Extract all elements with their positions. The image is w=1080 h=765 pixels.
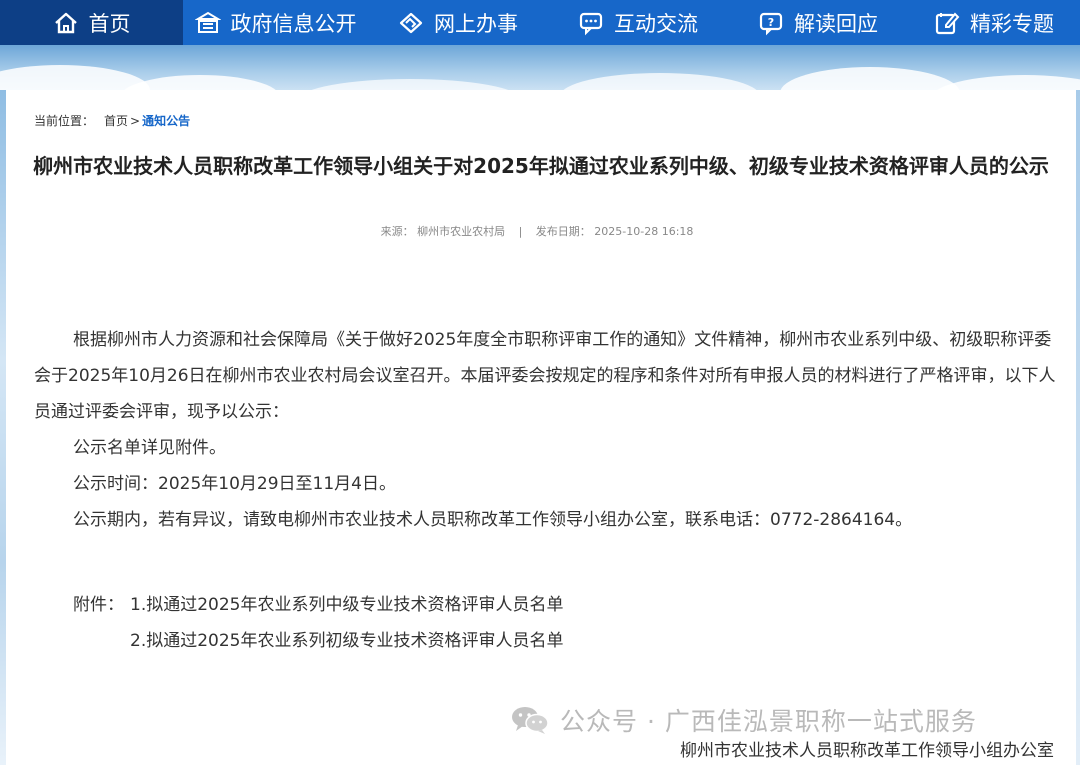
signature: 柳州市农业技术人员职称改革工作领导小组办公室: [680, 741, 1054, 761]
nav-item-interpretation[interactable]: ? 解读回应: [728, 0, 908, 45]
body-paragraph: 公示期内，若有异议，请致电柳州市农业技术人员职称改革工作领导小组办公室，联系电话…: [73, 510, 913, 530]
home-icon: [53, 10, 79, 36]
question-chat-icon: ?: [758, 10, 784, 36]
attachment-link-2[interactable]: 2.拟通过2025年农业系列初级专业技术资格评审人员名单: [130, 623, 563, 659]
handshake-icon: [398, 10, 424, 36]
body-paragraph: 公示时间：2025年10月29日至11月4日。: [73, 474, 396, 494]
article-title: 柳州市农业技术人员职称改革工作领导小组关于对2025年拟通过农业系列中级、初级专…: [33, 154, 1049, 178]
nav-item-online-service[interactable]: 网上办事: [368, 0, 548, 45]
right-background-strip: [1076, 90, 1080, 765]
article-card: 当前位置： 首页 > 通知公告 柳州市农业技术人员职称改革工作领导小组关于对20…: [6, 90, 1076, 765]
source-value: 柳州市农业农村局: [417, 225, 506, 238]
attachment-row: 附件： 1.拟通过2025年农业系列中级专业技术资格评审人员名单: [73, 587, 563, 623]
svg-text:?: ?: [768, 16, 774, 29]
nav-label: 网上办事: [434, 11, 518, 36]
building-icon: [194, 10, 221, 36]
top-nav: 首页 政府信息公开 网上办事 互动交流 ? 解读回应 精彩专题: [0, 0, 1080, 45]
nav-label: 政府信息公开: [230, 11, 357, 36]
breadcrumb-current-link[interactable]: 通知公告: [142, 112, 190, 129]
edit-icon: [934, 10, 960, 36]
nav-item-gov-info[interactable]: 政府信息公开: [183, 0, 368, 45]
wechat-icon: [510, 705, 550, 735]
article-meta: 来源： 柳州市农业农村局 | 发布日期： 2025-10-28 16:18: [6, 223, 1068, 239]
breadcrumb-separator: >: [130, 113, 141, 128]
nav-item-home[interactable]: 首页: [0, 0, 183, 45]
watermark: 公众号 · 广西佳泓景职称一站式服务: [510, 702, 977, 738]
source-label: 来源：: [380, 225, 414, 238]
breadcrumb-prefix: 当前位置：: [34, 114, 95, 128]
breadcrumb: 当前位置： 首页 > 通知公告: [34, 112, 190, 129]
nav-label: 互动交流: [614, 11, 698, 36]
nav-label: 解读回应: [794, 11, 878, 36]
body-paragraph: 根据柳州市人力资源和社会保障局《关于做好2025年度全市职称评审工作的通知》文件…: [34, 330, 1056, 422]
date-value: 2025-10-28 16:18: [594, 225, 694, 238]
attachments: 附件： 1.拟通过2025年农业系列中级专业技术资格评审人员名单 2.拟通过20…: [73, 587, 563, 659]
nav-item-interaction[interactable]: 互动交流: [548, 0, 728, 45]
nav-label: 精彩专题: [970, 11, 1054, 36]
attachment-label: 附件：: [73, 595, 124, 615]
watermark-text: 公众号 · 广西佳泓景职称一站式服务: [560, 707, 977, 736]
nav-item-special-topics[interactable]: 精彩专题: [908, 0, 1080, 45]
attachment-link-1[interactable]: 1.拟通过2025年农业系列中级专业技术资格评审人员名单: [130, 587, 563, 623]
chat-icon: [578, 10, 604, 36]
attachment-row: 2.拟通过2025年农业系列初级专业技术资格评审人员名单: [73, 623, 563, 659]
nav-label: 首页: [88, 11, 131, 36]
breadcrumb-home-link[interactable]: 首页: [104, 112, 128, 129]
meta-divider: |: [518, 225, 523, 238]
body-paragraph: 公示名单详见附件。: [73, 438, 226, 458]
date-label: 发布日期：: [535, 225, 591, 238]
article-body: 根据柳州市人力资源和社会保障局《关于做好2025年度全市职称评审工作的通知》文件…: [34, 322, 1058, 538]
